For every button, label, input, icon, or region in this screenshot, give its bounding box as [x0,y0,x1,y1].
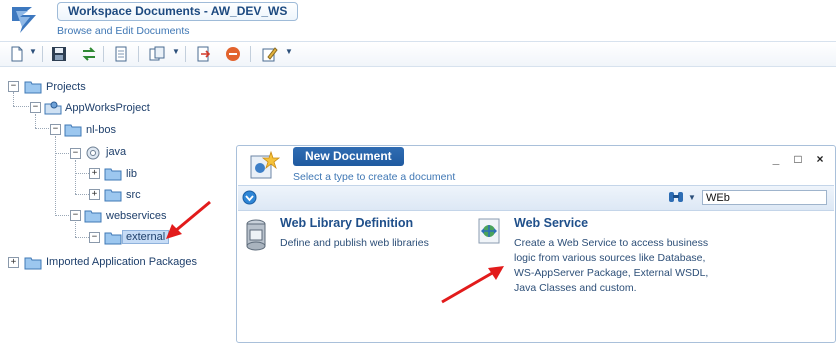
new-document-dialog-icon [250,150,281,179]
dialog-subtitle: Select a type to create a document [293,171,456,183]
app-logo-icon [12,7,36,33]
window-title: Workspace Documents - AW_DEV_WS [57,2,299,21]
database-icon [246,219,266,251]
document-type-description: Create a Web Service to access business … [514,237,709,294]
java-package-icon [86,146,100,160]
tree-connector [55,215,69,216]
web-service-globe-icon [478,218,500,244]
annotation-arrow-icon [166,200,211,239]
tree-connector [75,194,89,195]
tree-connector [35,128,49,129]
stop-icon[interactable] [224,45,242,63]
folder-icon [24,81,42,94]
tree-connector [75,173,89,174]
app-header: Workspace Documents - AW_DEV_WS Browse a… [0,0,836,40]
sync-icon[interactable] [80,45,98,63]
document-icon[interactable] [112,45,130,63]
tree-connector [13,106,31,107]
collapse-webservices-icon[interactable]: − [70,210,81,221]
tree-item-nl-bos[interactable]: nl-bos [86,124,116,136]
expand-imported-icon[interactable]: + [8,257,19,268]
expand-lib-icon[interactable]: + [89,168,100,179]
collapse-appworks-project-icon[interactable]: − [30,102,41,113]
edit-dropdown-chevron-icon[interactable]: ▼ [285,48,293,56]
collapse-external-icon[interactable]: − [89,232,100,243]
folder-icon [104,232,122,245]
folder-icon [24,257,42,270]
document-type-title[interactable]: Web Service [514,216,588,230]
tree-connector [35,114,36,128]
folder-icon [104,189,122,202]
tree-connector [55,153,69,154]
search-input[interactable]: WEb [702,190,827,205]
toolbar-divider [185,46,186,62]
document-type-description: Define and publish web libraries [280,237,429,249]
tree-item-webservices[interactable]: webservices [106,210,167,222]
tree-connector [75,222,76,237]
dialog-title: New Document [293,147,404,166]
toolbar-divider [103,46,104,62]
toolbar-divider [138,46,139,62]
collapse-java-icon[interactable]: − [70,148,81,159]
new-dropdown-chevron-icon[interactable]: ▼ [29,48,37,56]
export-icon[interactable] [194,45,212,63]
project-icon [44,101,62,115]
collapse-nl-bos-icon[interactable]: − [50,124,61,135]
tree-connector [75,160,76,194]
new-document-dialog: New Document Select a type to create a d… [236,145,836,343]
tree-item-imported-packages[interactable]: Imported Application Packages [46,256,197,268]
annotation-arrow-icon [441,266,504,304]
toolbar-divider [42,46,43,62]
folder-icon [64,124,82,137]
close-icon[interactable]: × [813,152,827,166]
copy-dropdown-chevron-icon[interactable]: ▼ [172,48,180,56]
tree-item-src[interactable]: src [126,189,141,201]
copy-icon[interactable] [148,45,166,63]
collapse-projects-icon[interactable]: − [8,81,19,92]
tree-item-projects[interactable]: Projects [46,81,86,93]
search-options-chevron-icon[interactable]: ▼ [688,193,696,202]
document-type-title[interactable]: Web Library Definition [280,216,413,230]
expand-src-icon[interactable]: + [89,189,100,200]
window-subtitle: Browse and Edit Documents [57,25,190,37]
folder-icon [104,168,122,181]
tree-item-java[interactable]: java [106,146,126,158]
tree-connector [75,237,89,238]
maximize-icon[interactable]: □ [791,152,805,166]
tree-connector [13,92,14,106]
tree-connector [55,136,56,216]
collapse-circle-icon[interactable] [242,190,257,205]
new-document-icon[interactable] [8,45,26,63]
toolbar-divider [250,46,251,62]
binoculars-icon[interactable] [668,189,684,205]
minimize-icon[interactable]: _ [769,152,783,166]
tree-item-lib[interactable]: lib [126,168,137,180]
edit-icon[interactable] [260,45,278,63]
folder-icon [84,210,102,223]
toolbar: ▼ ▼ ▼ [0,41,836,67]
tree-item-appworks-project[interactable]: AppWorksProject [65,102,150,114]
save-icon[interactable] [50,45,68,63]
dialog-filter-bar: ▼ WEb [238,185,834,211]
